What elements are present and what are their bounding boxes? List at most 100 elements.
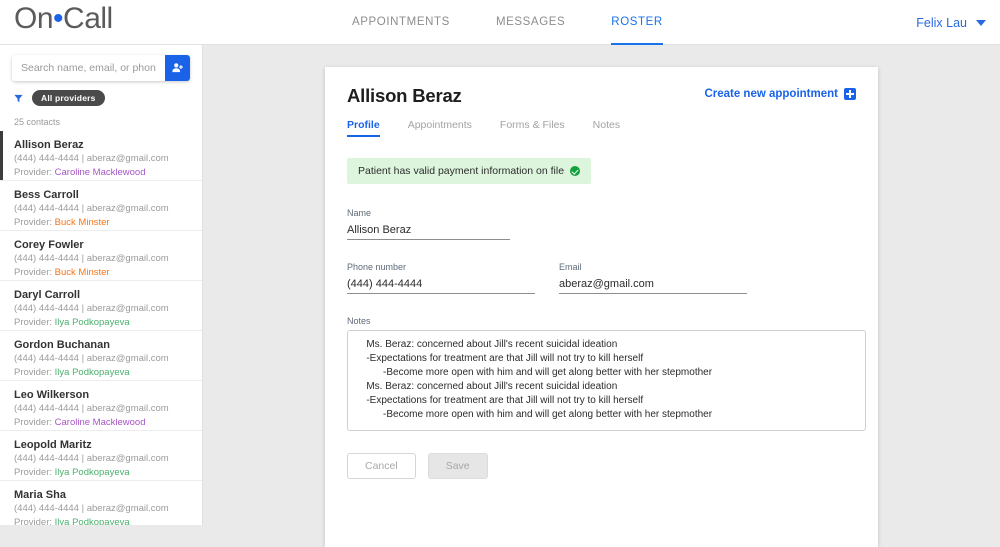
provider-name: Ilya Podkopayeva	[54, 517, 130, 525]
phone-field-label: Phone number	[347, 262, 407, 272]
contact-separator: |	[81, 303, 85, 314]
logo-text-right: Call	[63, 2, 113, 35]
patient-profile-card: Allison Beraz Create new appointment Pro…	[325, 67, 878, 547]
add-person-icon	[172, 63, 183, 73]
contact-list-item-gordon-buchanan[interactable]: Gordon Buchanan (444) 444-4444 | aberaz@…	[0, 331, 202, 381]
contact-fields-row: Phone number Email	[347, 262, 856, 294]
provider-name: Buck Minster	[54, 217, 110, 228]
contact-list: Allison Beraz (444) 444-4444 | aberaz@gm…	[0, 131, 202, 525]
logo-text-left: On	[14, 2, 54, 35]
add-person-button[interactable]	[165, 55, 190, 81]
search-bar	[12, 55, 190, 81]
provider-name: Ilya Podkopayeva	[54, 317, 130, 328]
contact-name: Daryl Carroll	[14, 289, 81, 301]
provider-name: Buck Minster	[54, 267, 110, 278]
contact-list-item-maria-sha[interactable]: Maria Sha (444) 444-4444 | aberaz@gmail.…	[0, 481, 202, 525]
contact-separator: |	[81, 503, 85, 514]
contact-contact-info: (444) 444-4444 | aberaz@gmail.com	[14, 202, 192, 216]
provider-label: Provider:	[14, 417, 53, 428]
cancel-button[interactable]: Cancel	[347, 453, 416, 479]
tab-notes[interactable]: Notes	[593, 119, 620, 137]
nav-tab-appointments[interactable]: APPOINTMENTS	[352, 0, 450, 45]
contact-email: aberaz@gmail.com	[86, 403, 169, 414]
name-input[interactable]	[347, 224, 510, 240]
top-navigation-bar: On•Call APPOINTMENTS MESSAGES ROSTER Fel…	[0, 0, 1000, 45]
contact-email: aberaz@gmail.com	[86, 253, 169, 264]
contact-separator: |	[81, 453, 85, 464]
user-menu[interactable]: Felix Lau	[916, 0, 986, 45]
contact-name: Maria Sha	[14, 489, 66, 501]
contact-list-item-bess-carroll[interactable]: Bess Carroll (444) 444-4444 | aberaz@gma…	[0, 181, 202, 231]
provider-name: Caroline Macklewood	[54, 417, 146, 428]
check-circle-icon	[570, 166, 581, 176]
name-field-group: Name	[347, 208, 510, 240]
create-new-appointment-label: Create new appointment	[704, 88, 838, 100]
contact-phone: (444) 444-4444	[14, 303, 79, 314]
logo-dot-icon: •	[53, 2, 64, 35]
email-input[interactable]	[559, 278, 747, 294]
contact-name: Bess Carroll	[14, 189, 79, 201]
contact-email: aberaz@gmail.com	[86, 303, 169, 314]
contact-name: Leo Wilkerson	[14, 389, 90, 401]
nav-tab-roster[interactable]: ROSTER	[611, 0, 663, 45]
provider-label: Provider:	[14, 217, 53, 228]
contact-list-item-corey-fowler[interactable]: Corey Fowler (444) 444-4444 | aberaz@gma…	[0, 231, 202, 281]
profile-sub-tabs: Profile Appointments Forms & Files Notes	[347, 119, 856, 137]
contact-count-label: 25 contacts	[14, 117, 61, 127]
contact-provider-row: Provider: Ilya Podkopayeva	[14, 366, 192, 380]
contact-provider-row: Provider: Caroline Macklewood	[14, 416, 192, 430]
filter-icon[interactable]	[13, 93, 24, 104]
contact-name: Allison Beraz	[14, 139, 84, 151]
notes-field-label: Notes	[347, 316, 371, 326]
contact-list-item-leo-wilkerson[interactable]: Leo Wilkerson (444) 444-4444 | aberaz@gm…	[0, 381, 202, 431]
contact-phone: (444) 444-4444	[14, 503, 79, 514]
nav-tab-messages[interactable]: MESSAGES	[496, 0, 565, 45]
contact-email: aberaz@gmail.com	[86, 153, 169, 164]
profile-form: Name Phone number Email Notes Ms. Beraz:…	[347, 208, 866, 479]
provider-label: Provider:	[14, 317, 53, 328]
provider-label: Provider:	[14, 467, 53, 478]
contact-phone: (444) 444-4444	[14, 453, 79, 464]
contact-separator: |	[81, 153, 85, 164]
save-button[interactable]: Save	[427, 453, 488, 479]
contact-email: aberaz@gmail.com	[86, 453, 169, 464]
tab-profile[interactable]: Profile	[347, 119, 380, 137]
contact-separator: |	[81, 253, 85, 264]
contact-provider-row: Provider: Caroline Macklewood	[14, 166, 192, 180]
contact-provider-row: Provider: Ilya Podkopayeva	[14, 466, 192, 480]
contact-name: Corey Fowler	[14, 239, 84, 251]
tab-forms-and-files[interactable]: Forms & Files	[500, 119, 565, 137]
contact-contact-info: (444) 444-4444 | aberaz@gmail.com	[14, 402, 192, 416]
contact-contact-info: (444) 444-4444 | aberaz@gmail.com	[14, 302, 192, 316]
contact-list-item-leopold-maritz[interactable]: Leopold Maritz (444) 444-4444 | aberaz@g…	[0, 431, 202, 481]
main-nav-tabs: APPOINTMENTS MESSAGES ROSTER	[352, 0, 663, 45]
contact-phone: (444) 444-4444	[14, 153, 79, 164]
provider-name: Ilya Podkopayeva	[54, 367, 130, 378]
provider-label: Provider:	[14, 367, 53, 378]
contact-separator: |	[81, 203, 85, 214]
provider-name: Caroline Macklewood	[54, 167, 146, 178]
email-field-label: Email	[559, 262, 582, 272]
payment-status-text: Patient has valid payment information on…	[358, 165, 565, 177]
contact-provider-row: Provider: Ilya Podkopayeva	[14, 516, 192, 525]
notes-textarea[interactable]: Ms. Beraz: concerned about Jill's recent…	[347, 330, 866, 431]
contact-phone: (444) 444-4444	[14, 253, 79, 264]
contact-list-item-allison-beraz[interactable]: Allison Beraz (444) 444-4444 | aberaz@gm…	[0, 131, 202, 181]
contacts-sidebar: All providers 25 contacts Allison Beraz …	[0, 45, 203, 525]
create-new-appointment-button[interactable]: Create new appointment	[704, 88, 856, 100]
phone-input[interactable]	[347, 278, 535, 294]
contact-list-item-daryl-carroll[interactable]: Daryl Carroll (444) 444-4444 | aberaz@gm…	[0, 281, 202, 331]
contact-name: Gordon Buchanan	[14, 339, 110, 351]
app-logo[interactable]: On•Call	[14, 2, 113, 36]
contact-name: Leopold Maritz	[14, 439, 92, 451]
tab-appointments[interactable]: Appointments	[408, 119, 472, 137]
contact-phone: (444) 444-4444	[14, 353, 79, 364]
filter-chip-all-providers[interactable]: All providers	[32, 90, 105, 106]
main-content-area: Allison Beraz Create new appointment Pro…	[203, 45, 1000, 547]
search-input[interactable]	[12, 55, 165, 81]
provider-label: Provider:	[14, 267, 53, 278]
contact-contact-info: (444) 444-4444 | aberaz@gmail.com	[14, 152, 192, 166]
contact-contact-info: (444) 444-4444 | aberaz@gmail.com	[14, 452, 192, 466]
user-name-label: Felix Lau	[916, 15, 967, 30]
contact-email: aberaz@gmail.com	[86, 203, 169, 214]
